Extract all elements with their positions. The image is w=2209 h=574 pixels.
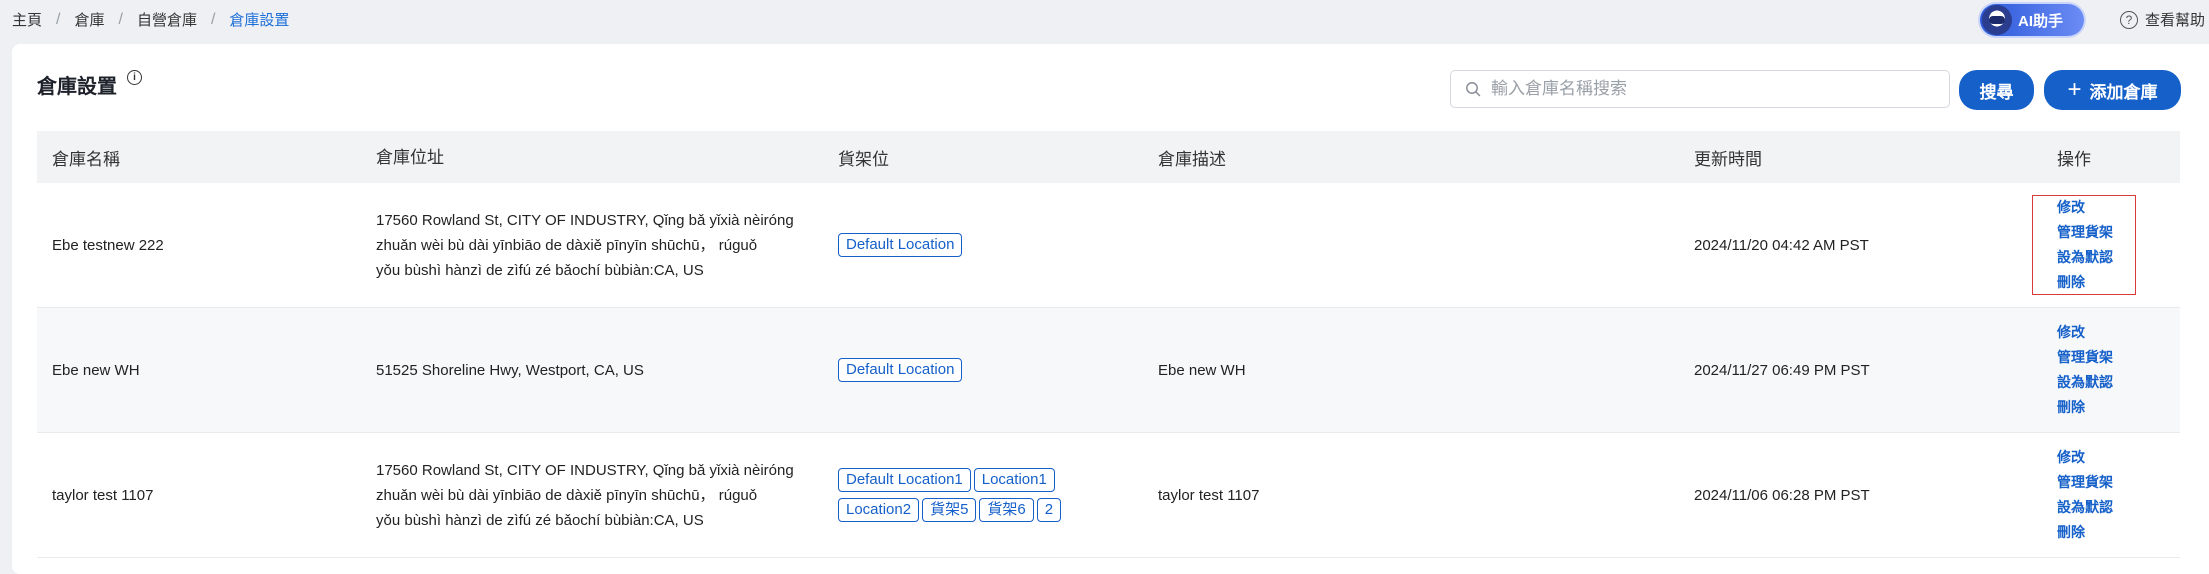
breadcrumb-current: 倉庫設置 <box>229 12 290 29</box>
header-shelves: 貨架位 <box>838 149 889 169</box>
search-button[interactable]: 搜尋 <box>1959 70 2034 110</box>
add-warehouse-label: 添加倉庫 <box>2089 82 2158 102</box>
shelf-tag: 貨架6 <box>979 498 1034 522</box>
shelf-tag: Location1 <box>973 468 1055 492</box>
updated-time: 2024/11/27 06:49 PM PST <box>1694 361 1870 379</box>
breadcrumb-own-warehouse[interactable]: 自營倉庫 <box>137 9 197 30</box>
shelf-tags: Default Location <box>838 227 1138 263</box>
breadcrumb: 主頁 / 倉庫 / 自營倉庫 / 倉庫設置 <box>12 9 289 30</box>
shelf-tag: Default Location <box>838 233 963 257</box>
page-title: 倉庫設置 <box>37 76 117 98</box>
edit-link[interactable]: 修改 <box>2057 320 2113 345</box>
set-default-link[interactable]: 設為默認 <box>2057 495 2113 520</box>
search-field[interactable] <box>1450 70 1950 108</box>
search-icon <box>1465 81 1481 97</box>
breadcrumb-home[interactable]: 主頁 <box>12 9 42 30</box>
warehouse-table: 倉庫名稱 倉庫位址 貨架位 倉庫描述 更新時間 操作 Ebe testnew 2… <box>37 131 2180 558</box>
ai-assistant-button[interactable]: AI助手 <box>1980 4 2084 36</box>
shelf-tag: Default Location1 <box>838 468 971 492</box>
question-circle-icon: ? <box>2120 10 2138 29</box>
address-line: zhuǎn wèi bù dài yīnbiāo de dàxiě pīnyīn… <box>376 486 758 504</box>
warehouse-address: 17560 Rowland St, CITY OF INDUSTRY, Qǐng… <box>376 208 826 283</box>
info-icon[interactable]: i <box>127 70 142 85</box>
shelf-tag: 2 <box>1036 498 1062 522</box>
warehouse-name: taylor test 1107 <box>52 486 154 504</box>
header-name: 倉庫名稱 <box>52 149 120 169</box>
table-header: 倉庫名稱 倉庫位址 貨架位 倉庫描述 更新時間 操作 <box>37 131 2180 183</box>
updated-time: 2024/11/06 06:28 PM PST <box>1694 486 1870 504</box>
warehouse-description: taylor test 1107 <box>1158 486 1260 504</box>
updated-time: 2024/11/20 04:42 AM PST <box>1694 236 1869 254</box>
header-updated: 更新時間 <box>1694 149 1762 169</box>
address-line: yǒu bùshì hànzì de zìfú zé bǎochí bùbiàn… <box>376 261 704 279</box>
row-actions: 修改 管理貨架 設為默認 刪除 <box>2057 320 2113 420</box>
warehouse-description: Ebe new WH <box>1158 361 1246 379</box>
warehouse-name: Ebe testnew 222 <box>52 236 164 254</box>
shelf-tag: Location2 <box>838 498 920 522</box>
table-row: Ebe testnew 222 17560 Rowland St, CITY O… <box>37 183 2180 308</box>
address-line: 51525 Shoreline Hwy, Westport, CA, US <box>376 361 644 379</box>
manage-shelves-link[interactable]: 管理貨架 <box>2057 470 2113 495</box>
shelf-tags: Default Location1 Location1 Location2 貨架5 貨… <box>838 462 1138 528</box>
shelf-tag: Default Location <box>838 358 963 382</box>
address-line: 17560 Rowland St, CITY OF INDUSTRY, Qǐng… <box>376 211 794 229</box>
header-address: 倉庫位址 <box>376 147 444 167</box>
row-actions: 修改 管理貨架 設為默認 刪除 <box>2057 445 2113 545</box>
shelf-tags: Default Location <box>838 352 1138 388</box>
search-input[interactable] <box>1491 79 1931 99</box>
warehouse-name: Ebe new WH <box>52 361 140 379</box>
help-label: 查看幫助 <box>2145 12 2206 29</box>
address-line: yǒu bùshì hànzì de zìfú zé bǎochí bùbiàn… <box>376 511 704 529</box>
header-actions: 操作 <box>2057 149 2091 169</box>
plus-icon: + <box>2067 76 2082 103</box>
shelf-tag: 貨架5 <box>922 498 977 522</box>
edit-link[interactable]: 修改 <box>2057 445 2113 470</box>
breadcrumb-separator: / <box>118 10 123 28</box>
address-line: 17560 Rowland St, CITY OF INDUSTRY, Qǐng… <box>376 461 794 479</box>
warehouse-address: 51525 Shoreline Hwy, Westport, CA, US <box>376 358 826 383</box>
address-line: zhuǎn wèi bù dài yīnbiāo de dàxiě pīnyīn… <box>376 236 758 254</box>
warehouse-address: 17560 Rowland St, CITY OF INDUSTRY, Qǐng… <box>376 458 826 533</box>
top-bar: 主頁 / 倉庫 / 自營倉庫 / 倉庫設置 AI助手 ? 查看幫助 <box>0 0 2209 40</box>
add-warehouse-button[interactable]: + 添加倉庫 <box>2044 70 2181 110</box>
manage-shelves-link[interactable]: 管理貨架 <box>2057 345 2113 370</box>
delete-link[interactable]: 刪除 <box>2057 395 2113 420</box>
help-link[interactable]: ? 查看幫助 <box>2120 9 2205 30</box>
ai-assistant-label: AI助手 <box>2018 12 2064 30</box>
delete-link[interactable]: 刪除 <box>2057 520 2113 545</box>
highlight-box <box>2032 195 2136 295</box>
breadcrumb-warehouse[interactable]: 倉庫 <box>74 9 104 30</box>
set-default-link[interactable]: 設為默認 <box>2057 370 2113 395</box>
table-row: Ebe new WH 51525 Shoreline Hwy, Westport… <box>37 308 2180 433</box>
table-row: taylor test 1107 17560 Rowland St, CITY … <box>37 433 2180 558</box>
header-description: 倉庫描述 <box>1158 149 1226 169</box>
breadcrumb-separator: / <box>56 10 61 28</box>
robot-avatar-icon <box>1982 5 2012 35</box>
breadcrumb-separator: / <box>210 10 216 28</box>
